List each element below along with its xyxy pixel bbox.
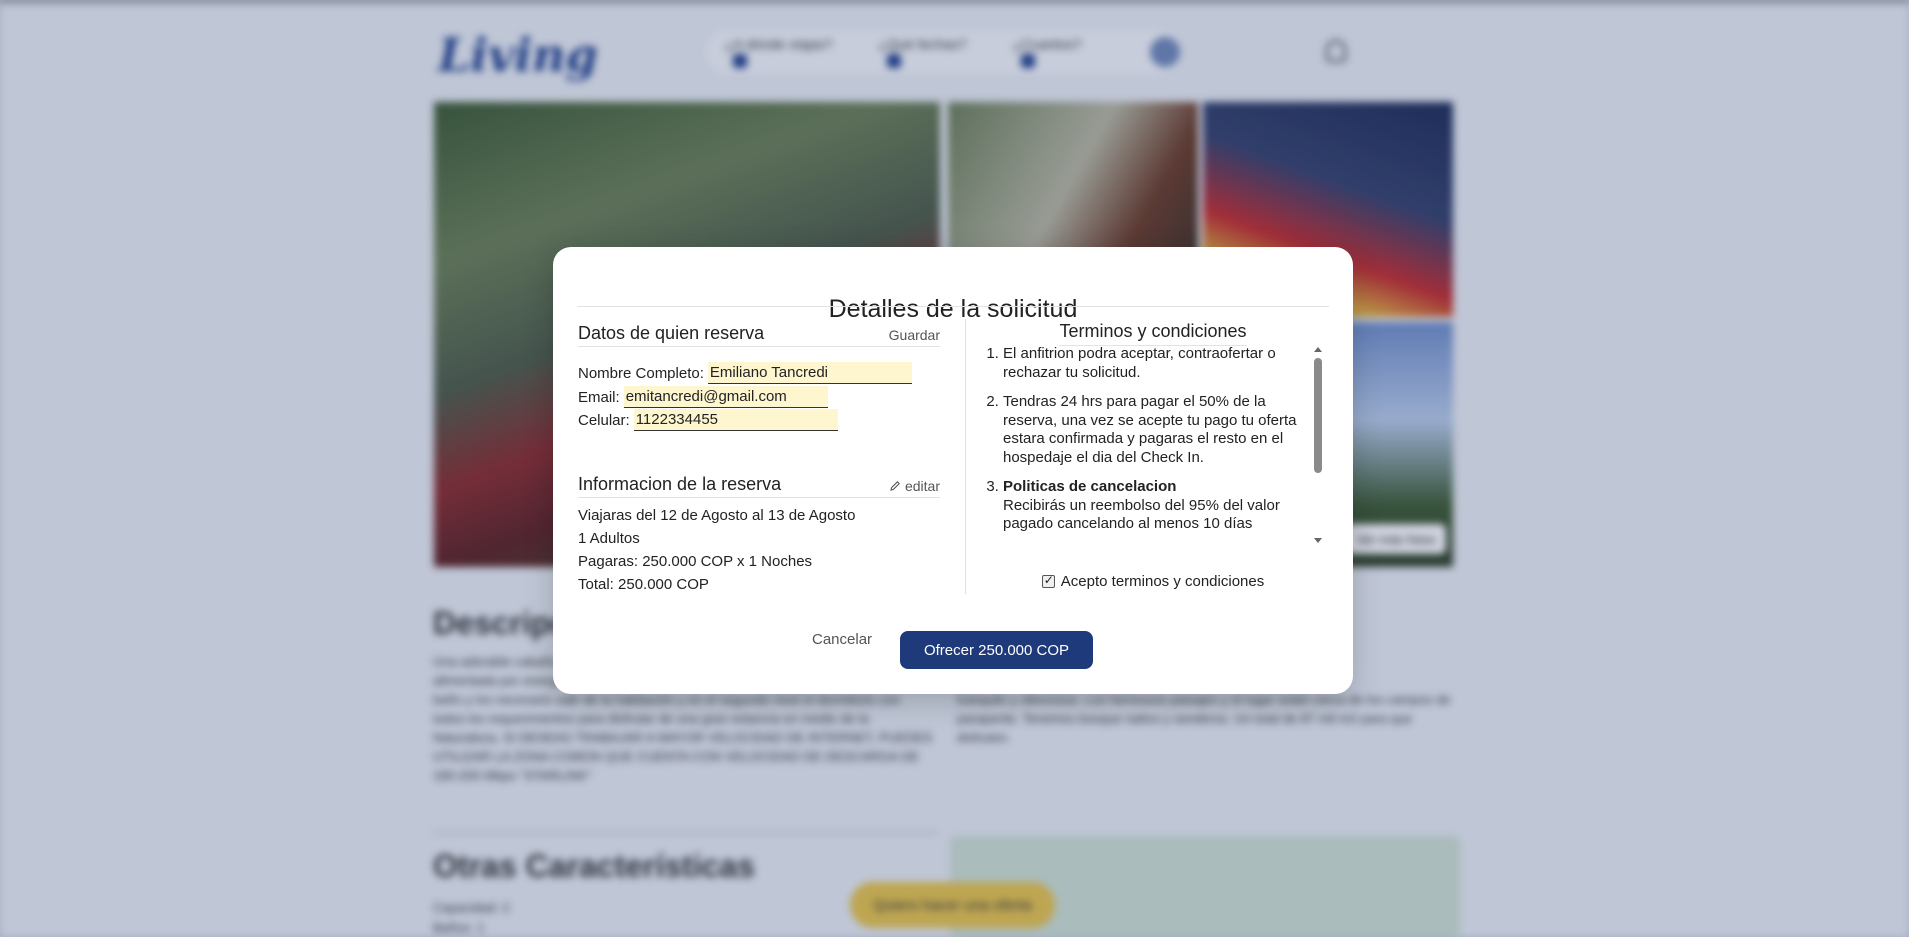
cancel-button[interactable]: Cancelar — [812, 631, 872, 648]
terms-item: Tendras 24 hrs para pagar el 50% de la r… — [1003, 393, 1303, 467]
edit-button[interactable]: editar — [889, 478, 940, 494]
reservation-guests: 1 Adultos — [578, 530, 640, 547]
accept-terms-label: Acepto terminos y condiciones — [1060, 573, 1265, 590]
reservation-section-header: Informacion de la reserva editar — [578, 472, 940, 498]
save-button[interactable]: Guardar — [889, 327, 940, 343]
terms-column: Terminos y condiciones El anfitrion podr… — [978, 307, 1328, 597]
reservation-total: Total: 250.000 COP — [578, 576, 709, 593]
terms-item-text: Tendras 24 hrs para pagar el 50% de la r… — [1003, 393, 1297, 466]
column-divider — [965, 319, 966, 594]
terms-item: El anfitrion podra aceptar, contraoferta… — [1003, 345, 1303, 382]
name-label: Nombre Completo: — [578, 364, 704, 382]
submit-offer-button[interactable]: Ofrecer 250.000 COP — [900, 631, 1093, 669]
scroll-up-arrow[interactable] — [1314, 347, 1322, 352]
terms-item-heading: Politicas de cancelacion — [1003, 478, 1177, 495]
reservation-dates: Viajaras del 12 de Agosto al 13 de Agost… — [578, 507, 856, 524]
booker-section-title: Datos de quien reserva — [578, 323, 765, 343]
booking-details-column: Datos de quien reserva Guardar Nombre Co… — [578, 307, 940, 597]
accept-terms-checkbox[interactable] — [1041, 573, 1055, 588]
scroll-down-arrow[interactable] — [1314, 538, 1322, 543]
email-label: Email: — [578, 388, 620, 406]
reservation-section-title: Informacion de la reserva — [578, 474, 782, 494]
terms-list: El anfitrion podra aceptar, contraoferta… — [1003, 345, 1303, 543]
terms-item-text: El anfitrion podra aceptar, contraoferta… — [1003, 345, 1276, 381]
terms-title: Terminos y condiciones — [1059, 321, 1247, 346]
reservation-price: Pagaras: 250.000 COP x 1 Noches — [578, 553, 813, 570]
terms-scroll-area[interactable]: El anfitrion podra aceptar, contraoferta… — [978, 345, 1318, 543]
request-details-modal: Detalles de la solicitud Datos de quien … — [553, 247, 1353, 694]
email-row: Email: — [578, 386, 828, 408]
terms-scrollbar[interactable] — [1314, 347, 1322, 543]
pencil-icon — [890, 481, 900, 491]
scroll-thumb[interactable] — [1314, 358, 1322, 473]
phone-label: Celular: — [578, 411, 630, 429]
name-row: Nombre Completo: — [578, 362, 912, 384]
edit-label: editar — [904, 478, 940, 494]
phone-field[interactable] — [633, 409, 838, 431]
phone-row: Celular: — [578, 409, 838, 431]
booker-section-header: Datos de quien reserva Guardar — [578, 321, 940, 347]
accept-terms-row[interactable]: Acepto terminos y condiciones — [978, 573, 1328, 590]
name-field[interactable] — [707, 362, 912, 384]
email-field[interactable] — [623, 386, 828, 408]
terms-item: Politicas de cancelacion Recibirás un re… — [1003, 478, 1303, 534]
terms-header: Terminos y condiciones — [978, 307, 1328, 346]
terms-item-text: Recibirás un reembolso del 95% del valor… — [1003, 496, 1280, 533]
